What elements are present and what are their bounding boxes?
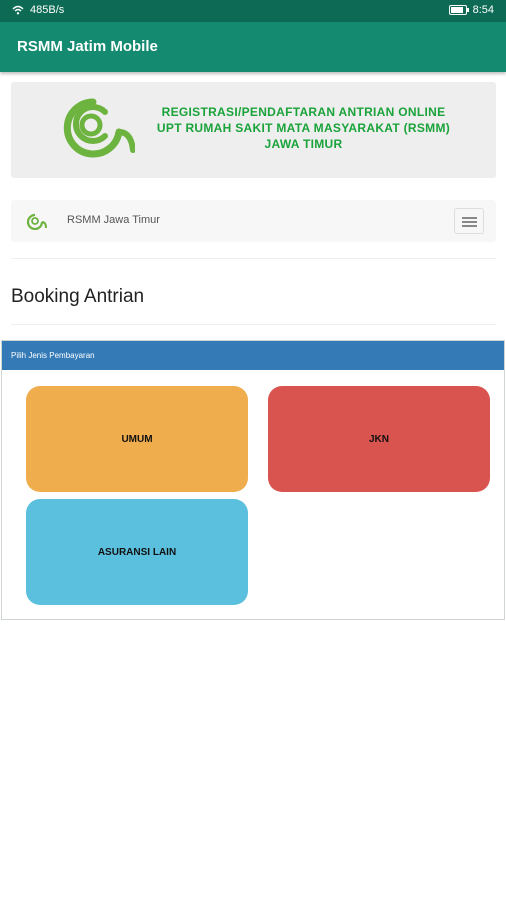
navbar: RSMM Jawa Timur: [11, 200, 496, 242]
banner-line-2: UPT RUMAH SAKIT MATA MASYARAKAT (RSMM): [156, 121, 451, 135]
jkn-button[interactable]: JKN: [268, 386, 490, 492]
payment-panel: Pilih Jenis Pembayaran UMUM JKN ASURANSI…: [1, 340, 505, 620]
menu-toggle-button[interactable]: [454, 208, 484, 234]
battery-icon: [448, 5, 469, 15]
network-speed: 485B/s: [30, 4, 65, 16]
asuransi-lain-button[interactable]: ASURANSI LAIN: [26, 499, 248, 605]
clock: 8:54: [472, 4, 494, 16]
divider: [11, 258, 496, 259]
umum-button[interactable]: UMUM: [26, 386, 248, 492]
divider: [11, 324, 496, 325]
panel-header: Pilih Jenis Pembayaran: [2, 341, 504, 370]
app-title: RSMM Jatim Mobile: [17, 38, 158, 55]
wifi-icon: [12, 5, 24, 15]
hamburger-icon: [462, 217, 477, 219]
page-title: Booking Antrian: [11, 286, 145, 307]
banner-text: REGISTRASI/PENDAFTARAN ANTRIAN ONLINE UP…: [131, 104, 476, 152]
status-bar: 485B/s 8:54: [0, 0, 506, 22]
navbar-brand[interactable]: RSMM Jawa Timur: [67, 214, 160, 226]
banner-line-1: REGISTRASI/PENDAFTARAN ANTRIAN ONLINE: [161, 105, 446, 119]
panel-title: Pilih Jenis Pembayaran: [11, 351, 95, 360]
banner-line-3: JAWA TIMUR: [264, 137, 343, 151]
header-banner: REGISTRASI/PENDAFTARAN ANTRIAN ONLINE UP…: [11, 82, 496, 178]
app-bar: RSMM Jatim Mobile: [0, 22, 506, 72]
brand-logo-icon[interactable]: [23, 212, 47, 230]
rsmm-logo: [63, 98, 135, 158]
